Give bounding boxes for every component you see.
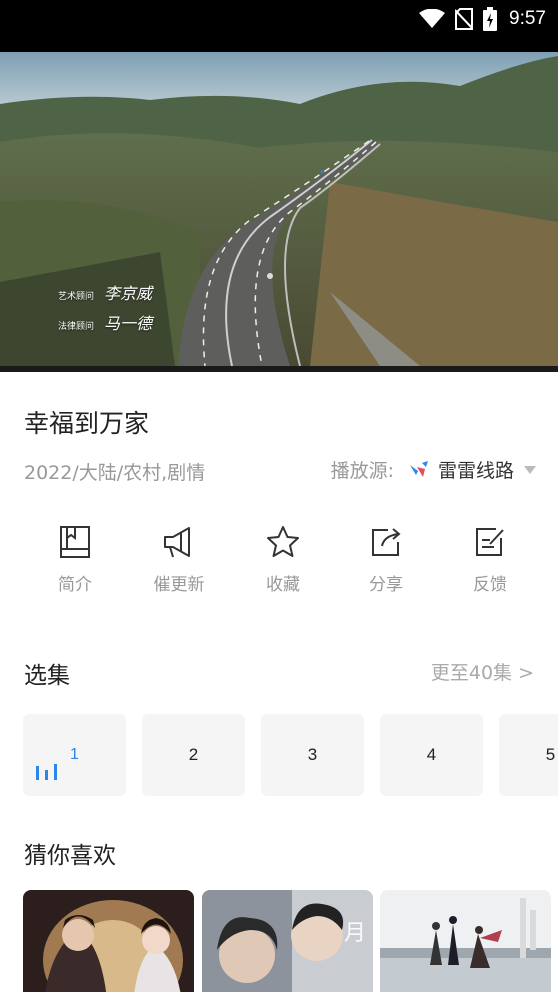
credit-role: 艺术顾问 (58, 292, 95, 302)
credit-legal-advisor: 法律顾问 马一德 (58, 310, 152, 334)
feedback-button[interactable]: 反馈 (445, 524, 535, 595)
no-sim-icon (455, 8, 474, 30)
action-label: 收藏 (266, 575, 300, 595)
feedback-icon (476, 528, 504, 556)
credit-art-advisor: 艺术顾问 李京威 (58, 280, 152, 304)
show-title: 幸福到万家 (24, 409, 150, 438)
more-episodes-link[interactable]: 更至40集 > (431, 658, 534, 685)
action-label: 催更新 (153, 575, 205, 595)
episode-button[interactable]: 5 (499, 714, 558, 796)
urge-update-button[interactable]: 催更新 (134, 524, 224, 595)
poster-image (23, 890, 194, 992)
status-icons: 9:57 (419, 7, 546, 31)
favorite-button[interactable]: 收藏 (238, 524, 328, 595)
poster-image: 月 (202, 890, 373, 992)
action-bar: 简介 催更新 收藏 分享 反馈 (0, 524, 558, 604)
source-selector[interactable]: 播放源: 雷雷线路 (331, 456, 536, 483)
recommend-card[interactable] (23, 890, 194, 992)
player-bottom-bar (0, 366, 558, 372)
playing-bars-icon (36, 764, 57, 780)
wifi-icon (419, 9, 446, 28)
megaphone-icon (164, 527, 190, 558)
status-bar: 9:57 (0, 0, 558, 52)
star-icon (267, 526, 299, 557)
poster-image (380, 890, 551, 992)
source-logo-icon (409, 460, 428, 477)
show-meta: 2022/大陆/农村,剧情 (24, 462, 206, 484)
recommend-card[interactable]: 月 (202, 890, 373, 992)
action-label: 反馈 (473, 575, 507, 595)
status-time: 9:57 (509, 8, 546, 29)
episode-list: 1 2 3 4 5 (23, 714, 558, 796)
episode-button-active[interactable]: 1 (23, 714, 126, 796)
episodes-title: 选集 (24, 663, 70, 689)
video-player[interactable]: 艺术顾问 李京威 法律顾问 马一德 (0, 52, 558, 366)
credit-role: 法律顾问 (58, 322, 95, 332)
episode-number: 1 (70, 746, 79, 763)
episode-button[interactable]: 3 (261, 714, 364, 796)
recommend-list: 月 (23, 890, 558, 992)
action-label: 分享 (369, 575, 403, 595)
share-icon (372, 528, 401, 556)
battery-charging-icon (483, 7, 498, 31)
action-label: 简介 (58, 575, 92, 595)
chevron-down-icon (524, 465, 536, 474)
episode-button[interactable]: 4 (380, 714, 483, 796)
intro-button[interactable]: 简介 (30, 524, 120, 595)
recommend-title: 猜你喜欢 (24, 843, 116, 869)
credit-name: 马一德 (104, 314, 153, 333)
svg-text:月: 月 (344, 921, 366, 946)
source-label: 播放源: (330, 460, 394, 482)
recommend-card[interactable] (380, 890, 551, 992)
episode-button[interactable]: 2 (142, 714, 245, 796)
share-button[interactable]: 分享 (341, 524, 431, 595)
source-name: 雷雷线路 (437, 460, 514, 482)
credit-name: 李京威 (104, 284, 153, 303)
book-icon (60, 526, 90, 558)
